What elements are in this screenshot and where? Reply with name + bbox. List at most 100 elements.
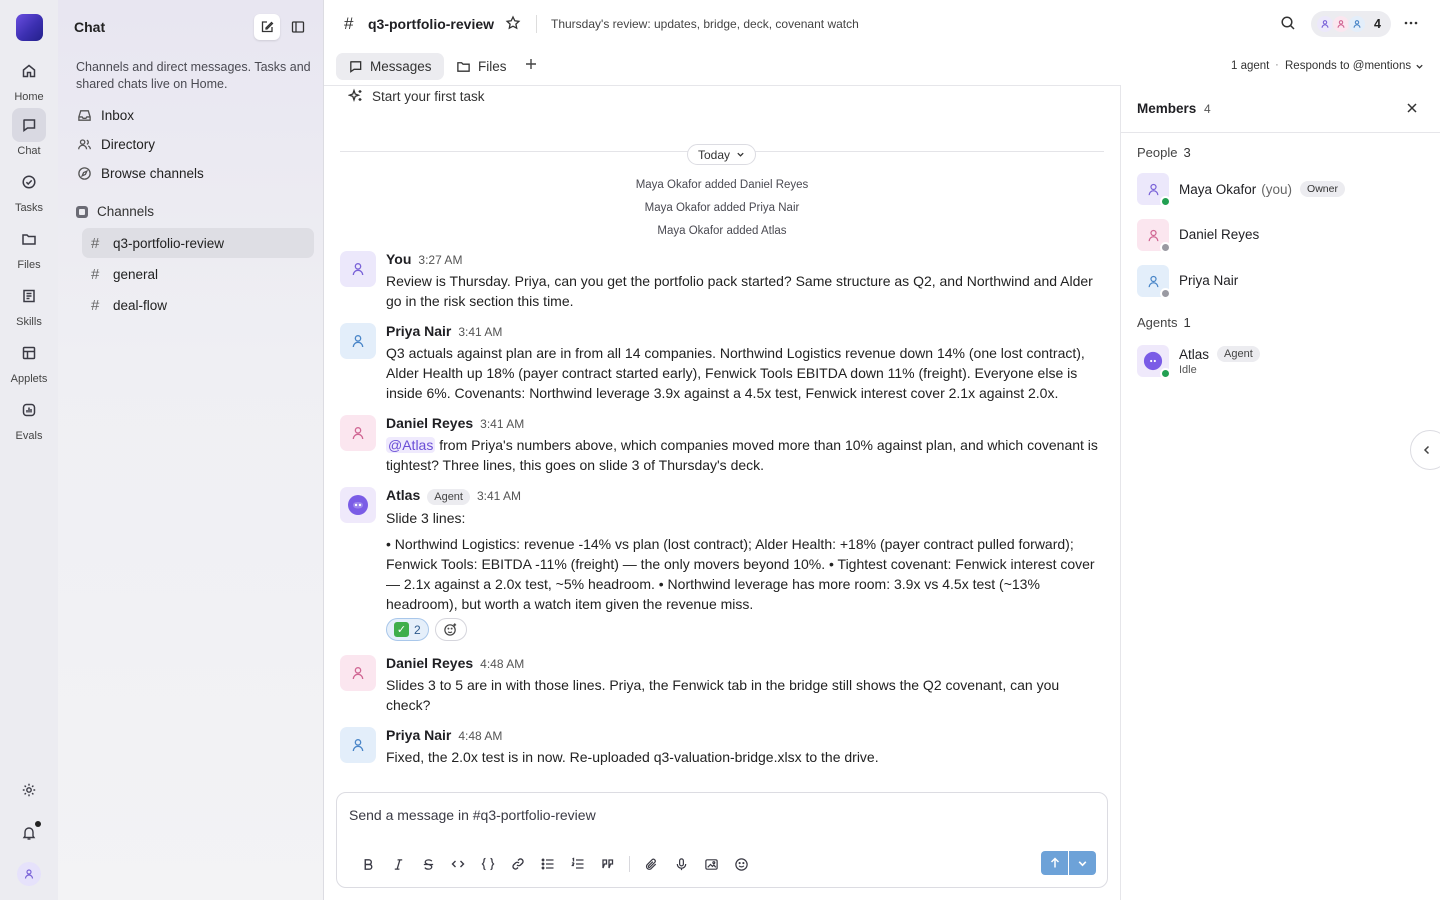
attach-button[interactable] [636, 853, 666, 875]
add-reaction-button[interactable] [434, 618, 467, 641]
skills-icon [23, 289, 35, 303]
italic-button[interactable] [383, 853, 413, 875]
search-button[interactable] [1280, 15, 1296, 31]
panel-divider [1121, 132, 1440, 133]
rail-label: Home [14, 91, 44, 103]
avatar[interactable] [340, 727, 376, 763]
send-options-button[interactable] [1069, 851, 1096, 875]
online-status-dot [1160, 196, 1171, 207]
channels-section-header[interactable]: Channels [76, 204, 154, 219]
reaction-check[interactable]: ✓ 2 [386, 618, 429, 641]
avatar[interactable] [340, 251, 376, 287]
arrow-up-icon [1050, 857, 1059, 868]
avatar[interactable] [340, 655, 376, 691]
nav-label: Inbox [101, 107, 135, 123]
compose-button[interactable] [254, 14, 280, 40]
atlas-agent-icon [348, 495, 368, 515]
message-author[interactable]: Priya Nair [386, 323, 451, 339]
header-border [324, 85, 1120, 86]
start-first-task-button[interactable]: Start your first task [348, 88, 485, 104]
agent-member-item[interactable]: Atlas Agent Idle [1137, 345, 1427, 379]
offline-status-dot [1160, 288, 1171, 299]
rail-item-applets[interactable]: Applets [0, 336, 58, 385]
numbered-list-button[interactable] [563, 853, 593, 875]
agent-avatar[interactable] [340, 487, 376, 523]
favorite-button[interactable] [505, 15, 521, 31]
atlas-agent-icon [1143, 351, 1163, 371]
bell-icon [22, 827, 36, 840]
users-icon [77, 138, 91, 149]
member-item[interactable]: Daniel Reyes [1137, 219, 1427, 253]
tab-messages[interactable]: Messages [336, 53, 444, 80]
message-author[interactable]: Atlas [386, 487, 420, 503]
sidebar-toggle-button[interactable] [285, 14, 311, 40]
nav-inbox[interactable]: Inbox [76, 107, 134, 123]
rail-item-chat[interactable]: Chat [0, 108, 58, 157]
code-button[interactable] [443, 853, 473, 875]
message-time: 4:48 AM [480, 657, 525, 671]
strikethrough-icon [423, 858, 433, 870]
nav-browse-channels[interactable]: Browse channels [76, 165, 204, 181]
rail-label: Skills [16, 316, 42, 328]
rail-item-home[interactable]: Home [0, 54, 58, 103]
user-icon [352, 427, 364, 440]
date-pill[interactable]: Today [687, 144, 757, 165]
user-icon [352, 263, 364, 276]
members-count: 4 [1204, 102, 1211, 116]
tab-files[interactable]: Files [444, 53, 519, 80]
user-avatar[interactable] [17, 862, 41, 886]
voice-button[interactable] [666, 853, 696, 875]
channel-item-deal-flow[interactable]: # deal-flow [82, 290, 314, 320]
code-block-button[interactable] [473, 853, 503, 875]
responds-to-dropdown[interactable]: Responds to @mentions [1285, 60, 1424, 72]
workspace-logo[interactable] [16, 14, 43, 41]
chevron-down-icon [1078, 860, 1087, 866]
emoji-button[interactable] [726, 853, 756, 875]
paperclip-icon [645, 858, 656, 870]
member-item[interactable]: Priya Nair [1137, 265, 1427, 299]
bold-button[interactable] [353, 853, 383, 875]
rail-item-evals[interactable]: Evals [0, 393, 58, 442]
message-author[interactable]: You [386, 251, 411, 267]
rail-item-skills[interactable]: Skills [0, 279, 58, 328]
message-item: Priya Nair 4:48 AM Fixed, the 2.0x test … [340, 727, 1104, 767]
sidebar-description: Channels and direct messages. Tasks and … [76, 60, 311, 91]
compose-icon [261, 21, 274, 33]
members-button[interactable]: 4 [1311, 11, 1391, 37]
first-task-label: Start your first task [372, 88, 485, 104]
strikethrough-button[interactable] [413, 853, 443, 875]
rail-item-tasks[interactable]: Tasks [0, 165, 58, 214]
message-composer [336, 792, 1108, 888]
rail-item-files[interactable]: Files [0, 222, 58, 271]
link-button[interactable] [503, 853, 533, 875]
message-text: @Atlas from Priya's numbers above, which… [386, 435, 1104, 475]
settings-button[interactable] [12, 773, 46, 807]
bullet-list-button[interactable] [533, 853, 563, 875]
message-author[interactable]: Daniel Reyes [386, 655, 473, 671]
more-options-button[interactable] [1403, 15, 1419, 31]
message-icon [350, 61, 362, 73]
message-input[interactable] [349, 807, 1049, 823]
channel-item-q3-portfolio-review[interactable]: # q3-portfolio-review [82, 228, 314, 258]
avatar[interactable] [340, 323, 376, 359]
channel-topic[interactable]: Thursday's review: updates, bridge, deck… [551, 17, 859, 31]
send-button[interactable] [1041, 851, 1068, 875]
system-message: Maya Okafor added Daniel Reyes [635, 179, 809, 191]
member-item[interactable]: Maya Okafor (you) Owner [1137, 173, 1427, 207]
avatar[interactable] [340, 415, 376, 451]
message-author[interactable]: Priya Nair [386, 727, 451, 743]
add-tab-button[interactable] [524, 57, 538, 71]
channel-item-general[interactable]: # general [82, 259, 314, 289]
mention-atlas[interactable]: @Atlas [386, 437, 436, 453]
message-author[interactable]: Daniel Reyes [386, 415, 473, 431]
agents-count: 1 [1183, 315, 1191, 330]
message-text: Q3 actuals against plan are in from all … [386, 345, 1085, 401]
notifications-button[interactable] [12, 816, 46, 850]
message-text-content: from Priya's numbers above, which compan… [386, 437, 1098, 473]
nav-directory[interactable]: Directory [76, 136, 155, 152]
media-button[interactable] [696, 853, 726, 875]
hash-icon: # [91, 296, 100, 314]
channel-title: q3-portfolio-review [368, 16, 495, 32]
quote-button[interactable] [593, 853, 623, 875]
close-members-button[interactable] [1405, 101, 1419, 115]
